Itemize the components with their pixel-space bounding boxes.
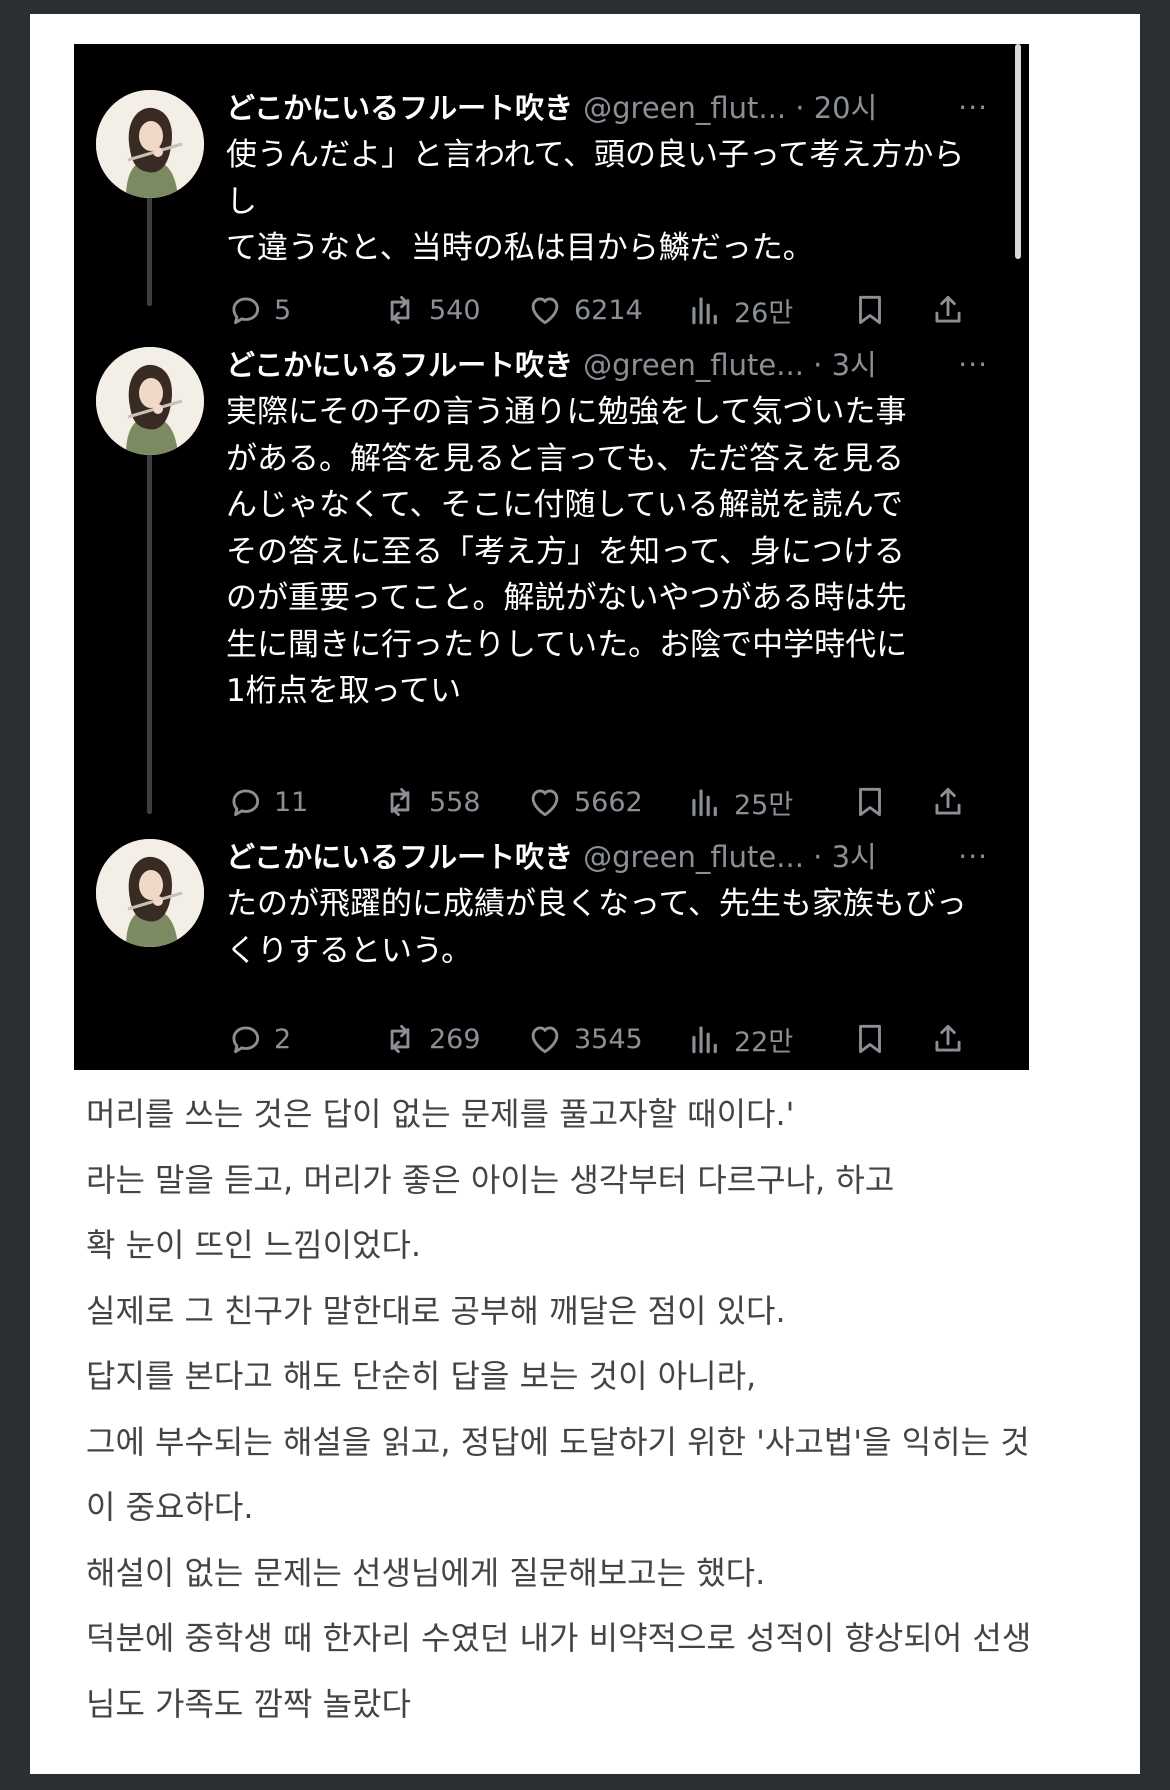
translation-line: 그에 부수되는 해설을 읽고, 정답에 도달하기 위한 '사고법'을 익히는 것 [86,1422,1030,1461]
view-count: 26만 [734,297,794,329]
timestamp[interactable]: 3시 [832,348,877,382]
reply-icon [226,291,264,329]
views-button[interactable]: 22만 [686,1019,793,1059]
tweet-header: どこかにいるフルート吹き @green_flut... · 20시 [226,88,877,128]
retweet-count: 558 [429,786,481,818]
display-name[interactable]: どこかにいるフルート吹き [226,840,573,874]
scrollbar[interactable] [1015,44,1021,259]
avatar[interactable] [96,90,204,198]
avatar[interactable] [96,839,204,947]
like-button[interactable]: 5662 [526,782,643,822]
like-icon [526,1020,564,1058]
like-count: 3545 [574,1023,643,1055]
views-icon [686,1020,724,1058]
bookmark-icon [851,1020,889,1058]
avatar[interactable] [96,347,204,455]
more-icon[interactable]: ··· [958,90,988,126]
reply-count: 5 [274,294,292,326]
translation-line: 머리를 쓰는 것은 답이 없는 문제를 풀고자할 때이다.' [86,1095,795,1133]
retweet-icon [381,291,419,329]
tweet-text: たのが飛躍的に成績が良くなって、先生も家族もびっ くりするという。 [226,886,967,969]
views-button[interactable]: 26만 [686,290,793,330]
translation-text: 머리를 쓰는 것은 답이 없는 문제를 풀고자할 때이다.' 라는 말을 듣고,… [86,1082,1136,1737]
translation-line: 이 중요하다. [86,1488,254,1526]
reply-button[interactable]: 11 [226,782,308,822]
translation-line: 확 눈이 뜨인 느낌이었다. [86,1226,422,1264]
more-icon[interactable]: ··· [958,839,988,875]
like-icon [526,783,564,821]
translation-line: 답지를 본다고 해도 단순히 답을 보는 것이 아니라, [86,1357,757,1395]
share-button[interactable] [929,1019,967,1059]
bookmark-button[interactable] [851,290,889,330]
reply-button[interactable]: 2 [226,1019,291,1059]
timestamp[interactable]: 3시 [832,840,877,874]
retweet-count: 269 [429,1023,481,1055]
tweet-text: 使うんだよ」と言われて、頭の良い子って考え方からし て違うなと、当時の私は目から… [226,137,965,266]
retweet-icon [381,783,419,821]
retweet-button[interactable]: 269 [381,1019,481,1059]
views-icon [686,291,724,329]
tweet-text: 実際にその子の言う通りに勉強をして気づいた事 がある。解答を見ると言っても、ただ… [226,394,908,709]
thread-line [147,194,152,306]
retweet-icon [381,1020,419,1058]
display-name[interactable]: どこかにいるフルート吹き [226,348,573,382]
share-button[interactable] [929,290,967,330]
reply-count: 2 [274,1023,292,1055]
share-icon [929,783,967,821]
translation-line: 해설이 없는 문제는 선생님에게 질문해보고는 했다. [86,1553,766,1592]
retweet-button[interactable]: 540 [381,290,481,330]
timestamp[interactable]: 20시 [814,91,878,125]
bookmark-icon [851,291,889,329]
retweet-button[interactable]: 558 [381,782,481,822]
share-icon [929,1020,967,1058]
translation-line: 덕분에 중학생 때 한자리 수였던 내가 비약적으로 성적이 향상되어 선생 [86,1619,1032,1657]
separator-dot: · [813,840,823,874]
tweet-actions: 5 540 6214 26만 [226,290,1006,330]
separator-dot: · [813,348,823,382]
share-icon [929,291,967,329]
translation-line: 실제로 그 친구가 말한대로 공부해 깨달은 점이 있다. [86,1291,786,1330]
view-count: 22만 [734,1026,794,1058]
translation-line: 님도 가족도 깜짝 놀랐다 [86,1684,411,1723]
reply-icon [226,783,264,821]
tweet-actions: 11 558 5662 25만 [226,782,1006,822]
share-button[interactable] [929,782,967,822]
reply-button[interactable]: 5 [226,290,291,330]
bookmark-icon [851,783,889,821]
user-handle[interactable]: @green_flute... [583,840,804,874]
more-icon[interactable]: ··· [958,347,988,383]
tweet-screenshot: どこかにいるフルート吹き @green_flut... · 20시 ··· 使うん… [74,44,1029,1070]
retweet-count: 540 [429,294,481,326]
separator-dot: · [795,91,805,125]
like-count: 6214 [574,294,643,326]
like-icon [526,291,564,329]
views-icon [686,783,724,821]
view-count: 25만 [734,789,794,821]
reply-icon [226,1020,264,1058]
user-handle[interactable]: @green_flute... [583,348,804,382]
like-button[interactable]: 3545 [526,1019,643,1059]
like-count: 5662 [574,786,643,818]
user-handle[interactable]: @green_flut... [583,91,786,125]
bookmark-button[interactable] [851,1019,889,1059]
tweet-header: どこかにいるフルート吹き @green_flute... · 3시 [226,345,877,385]
post-card: どこかにいるフルート吹き @green_flut... · 20시 ··· 使うん… [30,14,1140,1774]
views-button[interactable]: 25만 [686,782,793,822]
reply-count: 11 [274,786,309,818]
translation-line: 라는 말을 듣고, 머리가 좋은 아이는 생각부터 다르구나, 하고 [86,1160,895,1199]
bookmark-button[interactable] [851,782,889,822]
thread-line [147,449,152,814]
display-name[interactable]: どこかにいるフルート吹き [226,91,573,125]
tweet-actions: 2 269 3545 22만 [226,1019,1006,1059]
tweet-header: どこかにいるフルート吹き @green_flute... · 3시 [226,837,877,877]
like-button[interactable]: 6214 [526,290,643,330]
